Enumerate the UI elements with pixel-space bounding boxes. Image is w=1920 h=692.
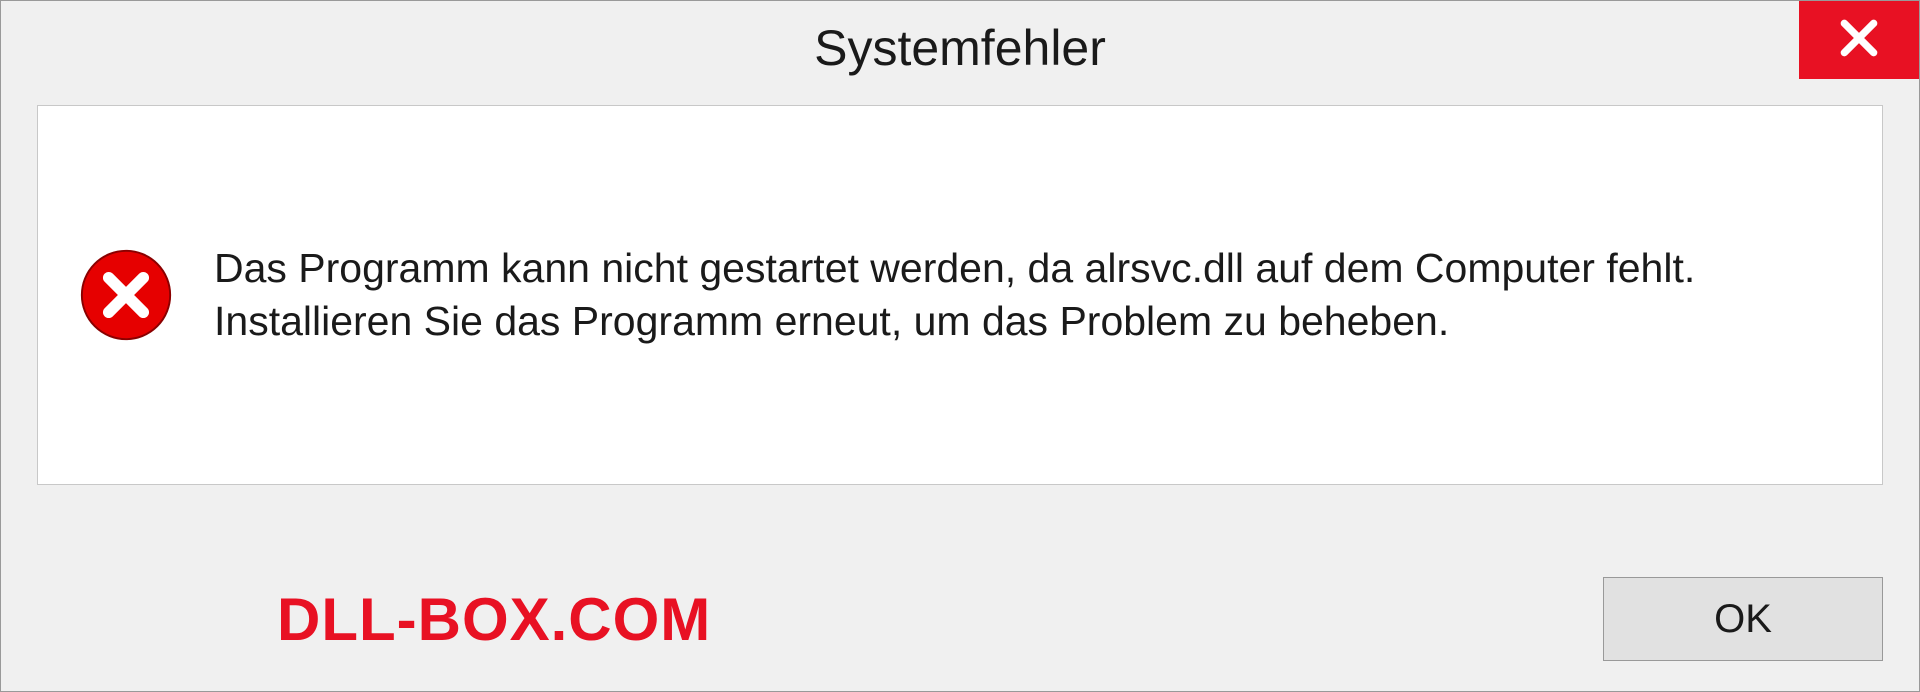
dialog-message: Das Programm kann nicht gestartet werden… [214, 242, 1842, 349]
close-icon [1837, 16, 1881, 65]
dialog-titlebar: Systemfehler [1, 1, 1919, 95]
dialog-title: Systemfehler [814, 19, 1106, 77]
error-icon [78, 247, 174, 343]
dialog-content: Das Programm kann nicht gestartet werden… [37, 105, 1883, 485]
ok-button-label: OK [1714, 597, 1772, 642]
close-button[interactable] [1799, 1, 1919, 79]
dialog-footer: DLL-BOX.COM OK [1, 577, 1919, 661]
watermark-text: DLL-BOX.COM [277, 585, 711, 654]
ok-button[interactable]: OK [1603, 577, 1883, 661]
